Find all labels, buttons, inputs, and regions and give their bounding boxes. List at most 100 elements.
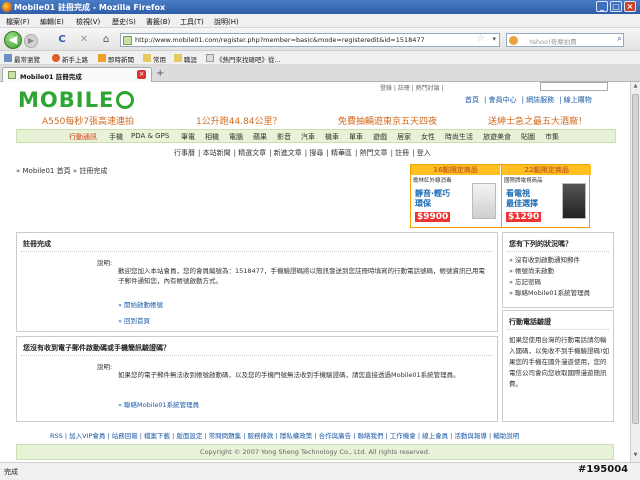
scroll-up-icon[interactable]: ▲: [632, 83, 639, 91]
bookmark-career[interactable]: 職涯: [184, 54, 197, 64]
bookmark-star-icon[interactable]: ☆: [477, 34, 485, 44]
scrollbar-thumb[interactable]: [632, 94, 639, 424]
home-icon[interactable]: ⌂: [100, 34, 112, 46]
promo-4[interactable]: 送紳士急之最五大酒廠！: [488, 114, 587, 127]
cat-game[interactable]: 遊戲: [373, 132, 387, 142]
cat-av[interactable]: 影音: [277, 132, 291, 142]
tab-active[interactable]: Mobile01 註冊完成 ×: [2, 67, 152, 82]
cat-lifestyle[interactable]: 時尚生活: [445, 132, 473, 142]
situation-no-email[interactable]: » 沒有收到啟動通知郵件: [509, 255, 590, 266]
bookmark-latest-news[interactable]: 即時新聞: [108, 54, 134, 64]
reload-icon[interactable]: C: [56, 34, 68, 46]
footer-links[interactable]: RSS | 加入VIP會員 | 站務回報 | 檔案下載 | 版面設定 | 常問問…: [50, 430, 519, 440]
close-tab-icon[interactable]: ×: [137, 70, 146, 79]
bookmark-most-visited[interactable]: 最常瀏覽: [14, 54, 40, 64]
rss-icon: [98, 54, 106, 62]
site-favicon-icon: [123, 36, 132, 45]
promo-1[interactable]: A550每秒7張高速連拍: [42, 114, 134, 127]
bookmark-find-diff[interactable]: 《熱門來找碴吧》從...: [216, 54, 281, 64]
subnav-new-articles[interactable]: 新進文章: [274, 149, 302, 157]
promo-2[interactable]: 1公升跑44.84公里？: [196, 114, 282, 127]
cat-mobile[interactable]: 行動通訊: [69, 132, 97, 142]
subnav-register[interactable]: 註冊: [395, 149, 409, 157]
scroll-down-icon[interactable]: ▼: [632, 452, 639, 460]
subnav-hot[interactable]: 熱門文章: [360, 149, 388, 157]
maximize-button[interactable]: □: [610, 1, 622, 12]
search-placeholder[interactable]: Yahoo!奇摩拍賣: [529, 36, 577, 46]
cat-motorcycle[interactable]: 機車: [325, 132, 339, 142]
cat-apple[interactable]: 蘋果: [253, 132, 267, 142]
watermark: #195004: [578, 464, 629, 475]
situations-box: 您有下列的狀況嗎？ » 沒有收到啟動通知郵件 » 帳號尚未啟動 » 忘記密碼 »…: [502, 232, 614, 308]
activate-account-link[interactable]: » 開始啟動帳號: [118, 299, 163, 309]
link-home[interactable]: 首頁: [465, 96, 479, 104]
folder-icon: [174, 54, 182, 62]
stop-icon[interactable]: ✕: [78, 34, 90, 46]
cat-home[interactable]: 居家: [397, 132, 411, 142]
url-dropdown-icon[interactable]: ▾: [492, 35, 496, 43]
situation-forgot-password[interactable]: » 忘記密碼: [509, 277, 590, 288]
menu-file[interactable]: 檔案(F): [6, 17, 30, 27]
status-bar: 完成: [0, 462, 640, 480]
cat-computer[interactable]: 電腦: [229, 132, 243, 142]
cat-pda-gps[interactable]: PDA & GPS: [131, 132, 169, 140]
menu-bookmarks[interactable]: 書籤(B): [146, 17, 170, 27]
back-home-link[interactable]: » 回到首頁: [118, 315, 150, 325]
situations-title: 您有下列的狀況嗎？: [509, 240, 572, 248]
subnav-search[interactable]: 搜尋: [309, 149, 323, 157]
site-logo[interactable]: MOBILE: [18, 88, 135, 112]
search-engine-icon[interactable]: [509, 36, 518, 45]
subnav-calendar[interactable]: 行事曆: [174, 149, 195, 157]
search-bar[interactable]: Yahoo!奇摩拍賣 ⌕: [506, 33, 624, 47]
cat-car[interactable]: 汽車: [301, 132, 315, 142]
cat-female[interactable]: 女性: [421, 132, 435, 142]
top-links[interactable]: 登錄 | 註冊 | 熱門討論 |: [380, 83, 444, 92]
new-tab-button[interactable]: +: [156, 68, 164, 79]
menu-tools[interactable]: 工具(T): [180, 17, 204, 27]
menu-view[interactable]: 檢視(V): [76, 17, 100, 27]
cat-sticker[interactable]: 貼圖: [521, 132, 535, 142]
situation-not-activated[interactable]: » 帳號尚未啟動: [509, 266, 590, 277]
category-bar: 行動通訊 手機 PDA & GPS 筆電 相機 電腦 蘋果 影音 汽車 機車 單…: [16, 129, 616, 143]
bookmark-getting-started[interactable]: 新手上路: [62, 54, 88, 64]
link-member-center[interactable]: 會員中心: [489, 96, 517, 104]
tab-favicon-icon: [8, 71, 16, 79]
menu-help[interactable]: 說明(H): [214, 17, 239, 27]
copyright: Copyright © 2007 Yong Sheng Technology C…: [16, 444, 614, 460]
ad-right[interactable]: 22點限定商品 國際牌電視商品 看電視 最佳選擇 $1290: [501, 165, 591, 227]
link-shopping[interactable]: 線上購物: [564, 96, 592, 104]
subnav-login[interactable]: 登入: [417, 149, 431, 157]
ad-right-sub: 國際牌電視商品: [504, 178, 543, 184]
back-button[interactable]: ◀: [4, 31, 22, 49]
cat-notebook[interactable]: 筆電: [181, 132, 195, 142]
promo-3[interactable]: 免費抽輛遊東京五天四夜: [338, 114, 437, 127]
tab-label[interactable]: Mobile01 註冊完成: [20, 71, 82, 81]
forward-button[interactable]: ▶: [24, 34, 38, 48]
search-icon[interactable]: ⌕: [617, 34, 622, 44]
subnav-featured[interactable]: 精選文章: [238, 149, 266, 157]
site-search-input[interactable]: [540, 82, 608, 91]
subnav-news[interactable]: 本站新聞: [203, 149, 231, 157]
close-window-button[interactable]: ×: [624, 1, 636, 12]
vertical-scrollbar[interactable]: ▲ ▼: [630, 82, 640, 462]
ad-left[interactable]: 16點限定商品 歌林紅外線消毒 靜音·輕巧 環保 $9900: [411, 165, 500, 227]
situation-contact-admin[interactable]: » 聯絡Mobile01系統管理員: [509, 288, 590, 299]
ad-banner[interactable]: 16點限定商品 歌林紅外線消毒 靜音·輕巧 環保 $9900 22點限定商品 國…: [410, 164, 591, 228]
url-text[interactable]: http://www.mobile01.com/register.php?mem…: [135, 36, 425, 44]
noemail-title: 您沒有收到電子郵件啟動碼或手機簡訊驗證碼？: [23, 344, 170, 352]
cat-travel-food[interactable]: 旅遊美食: [483, 132, 511, 142]
cat-bicycle[interactable]: 單車: [349, 132, 363, 142]
cat-phone[interactable]: 手機: [109, 132, 123, 142]
contact-admin-link[interactable]: » 聯絡Mobile01系統管理員: [118, 399, 199, 409]
bookmark-common[interactable]: 常用: [153, 54, 166, 64]
subnav-highlights[interactable]: 精華區: [331, 149, 352, 157]
breadcrumb[interactable]: » Mobile01 首頁 » 註冊完成: [16, 166, 107, 176]
url-bar[interactable]: http://www.mobile01.com/register.php?mem…: [120, 33, 500, 47]
menu-edit[interactable]: 編輯(E): [40, 17, 64, 27]
ad-right-tag1: 看電視: [506, 189, 530, 198]
link-blog[interactable]: 網誌服務: [526, 96, 554, 104]
menu-history[interactable]: 歷史(S): [112, 17, 136, 27]
minimize-button[interactable]: _: [596, 1, 608, 12]
cat-market[interactable]: 市集: [545, 132, 559, 142]
cat-camera[interactable]: 相機: [205, 132, 219, 142]
